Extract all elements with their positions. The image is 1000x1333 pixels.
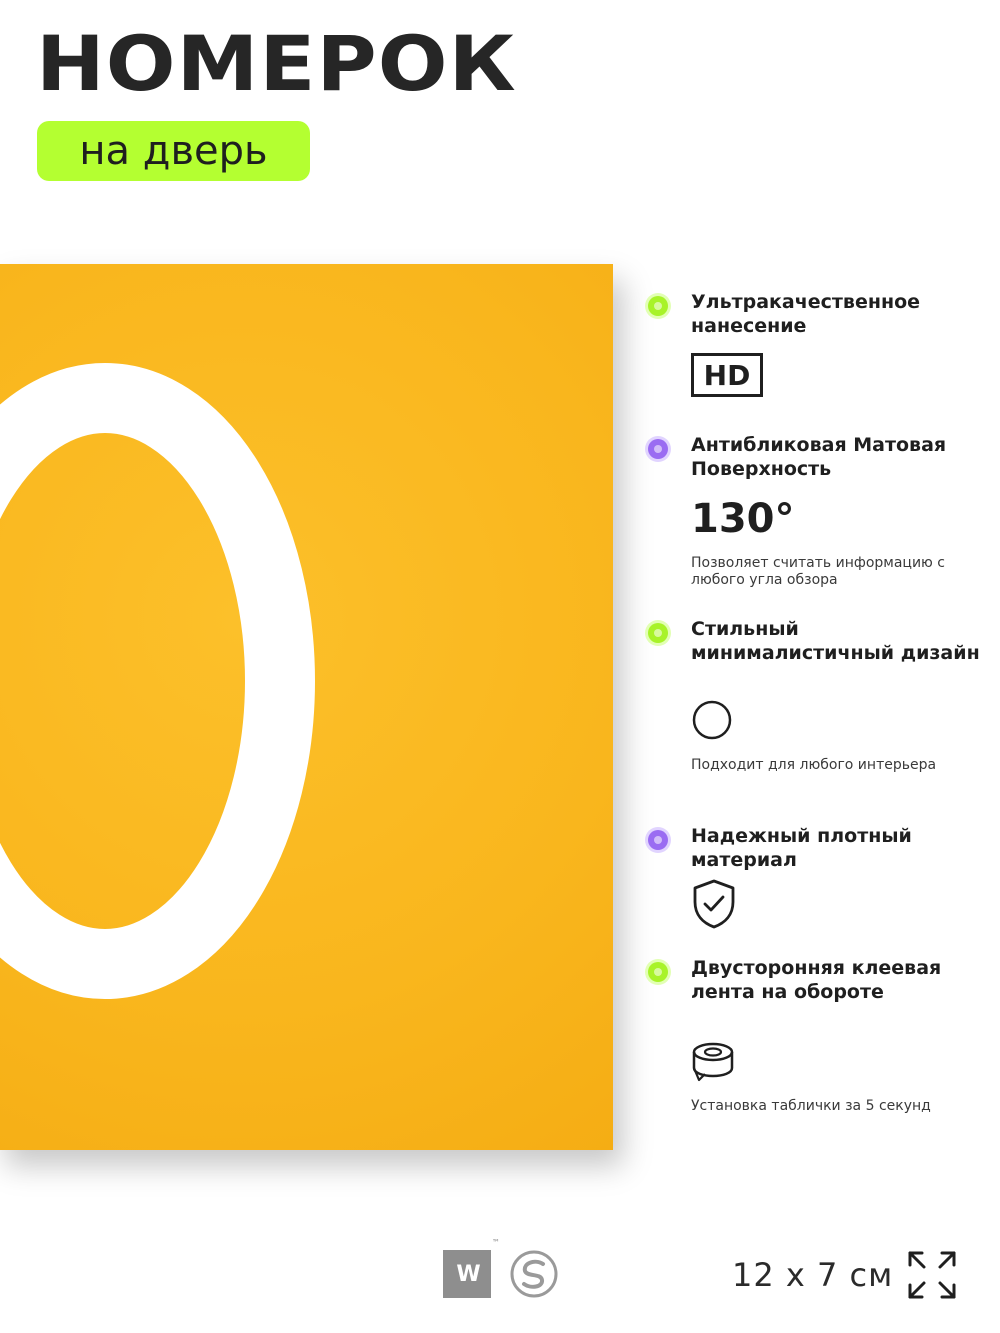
bullet-green-icon bbox=[648, 296, 668, 316]
hd-icon: HD bbox=[691, 353, 763, 397]
brand-logo: W bbox=[443, 1250, 491, 1298]
feature-title: Ультракачественное нанесение bbox=[691, 291, 921, 337]
product-plate bbox=[0, 264, 613, 1150]
certification-logo-icon bbox=[510, 1250, 558, 1298]
feature-note: Подходит для любого интерьера bbox=[691, 757, 937, 773]
subtitle-badge: на дверь bbox=[37, 121, 310, 181]
bullet-purple-icon bbox=[648, 439, 668, 459]
bullet-purple-icon bbox=[648, 830, 668, 850]
page-title: НОМЕРОК bbox=[36, 19, 517, 108]
feature-note: Позволяет считать информацию с любого уг… bbox=[691, 555, 945, 588]
expand-arrows-icon bbox=[908, 1251, 956, 1299]
size-label: 12 x 7 см bbox=[732, 1256, 894, 1294]
circle-icon bbox=[692, 700, 732, 740]
digit-zero-shape bbox=[0, 363, 315, 999]
shield-check-icon bbox=[693, 879, 735, 929]
bullet-green-icon bbox=[648, 962, 668, 982]
feature-title: Стильный минималистичный дизайн bbox=[691, 618, 980, 664]
feature-title: Антибликовая Матовая Поверхность bbox=[691, 434, 947, 480]
subtitle-text: на дверь bbox=[79, 128, 268, 174]
feature-title: Двусторонняя клеевая лента на обороте bbox=[691, 957, 942, 1003]
trademark-mark: ™ bbox=[492, 1238, 500, 1247]
viewing-angle-value: 130° bbox=[691, 496, 795, 542]
feature-title: Надежный плотный материал bbox=[691, 825, 912, 871]
tape-roll-icon bbox=[692, 1042, 734, 1082]
feature-note: Установка таблички за 5 секунд bbox=[691, 1098, 931, 1114]
digit-graphic bbox=[0, 363, 315, 999]
bullet-green-icon bbox=[648, 623, 668, 643]
